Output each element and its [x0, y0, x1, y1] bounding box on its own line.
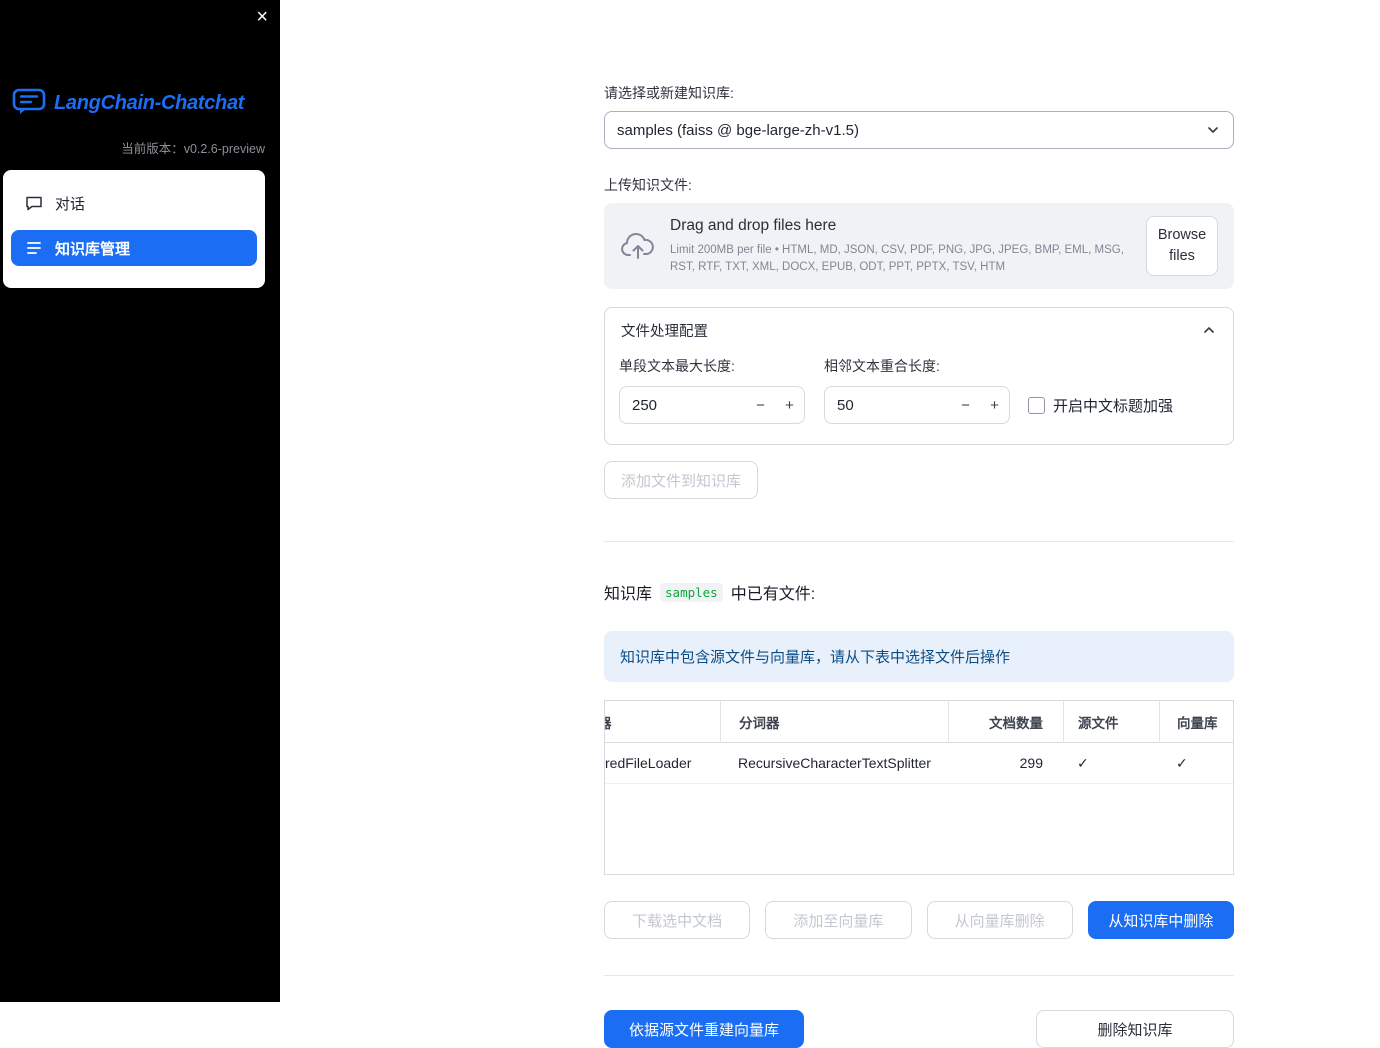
- sidebar-item-label: 知识库管理: [55, 240, 131, 258]
- kb-select[interactable]: samples (faiss @ bge-large-zh-v1.5): [604, 111, 1234, 149]
- existing-files-heading: 知识库 samples 中已有文件:: [604, 580, 1234, 604]
- app-title: LangChain-Chatchat: [54, 91, 245, 114]
- kb-select-label: 请选择或新建知识库:: [604, 85, 734, 101]
- file-config-expander-header[interactable]: 文件处理配置: [605, 308, 1233, 352]
- overlap-size-input[interactable]: 50 − +: [824, 386, 1010, 424]
- logo-chat-icon: [12, 86, 46, 120]
- checkbox-box[interactable]: [1028, 396, 1045, 414]
- overlap-size-label: 相邻文本重合长度:: [824, 358, 940, 374]
- zh-title-enhance-checkbox[interactable]: 开启中文标题加强: [1028, 386, 1173, 424]
- cloud-upload-icon: [621, 232, 654, 259]
- existing-files-suffix: 中已有文件:: [730, 586, 816, 603]
- file-action-buttons: 下载选中文档 添加至向量库 从向量库删除 从知识库中删除: [604, 901, 1234, 939]
- chunk-size-group: 单段文本最大长度: 250 − +: [619, 356, 805, 424]
- delete-kb-button[interactable]: 删除知识库: [1036, 1010, 1234, 1048]
- kb-list-icon: [27, 242, 41, 254]
- sidebar-item-label: 对话: [55, 195, 86, 213]
- chevron-up-icon: [1204, 327, 1214, 333]
- chunk-size-decrement-button[interactable]: −: [746, 397, 775, 414]
- chunk-size-label: 单段文本最大长度:: [619, 358, 735, 374]
- divider: [604, 975, 1234, 976]
- delete-from-vectorstore-button[interactable]: 从向量库删除: [926, 901, 1073, 939]
- cell-source-file-check[interactable]: ✓: [1063, 755, 1159, 772]
- cell-splitter[interactable]: RecursiveCharacterTextSplitter: [720, 755, 948, 771]
- dropzone-text: Drag and drop files here Limit 200MB per…: [670, 217, 1132, 275]
- col-header-loader[interactable]: 器: [605, 712, 720, 732]
- overlap-size-group: 相邻文本重合长度: 50 − +: [824, 356, 1010, 424]
- rebuild-vectorstore-button[interactable]: 依据源文件重建向量库: [604, 1010, 804, 1048]
- chat-bubble-icon: [26, 196, 42, 211]
- version-label: 当前版本：v0.2.6-preview: [121, 142, 265, 156]
- table-header-row: 器 分词器 文档数量 源文件 向量库: [605, 701, 1233, 743]
- sidebar: × LangChain-Chatchat 当前版本：v0.2.6-preview…: [0, 0, 280, 1002]
- existing-files-prefix: 知识库: [604, 586, 653, 603]
- divider: [604, 541, 1234, 542]
- kb-bottom-actions: 依据源文件重建向量库 删除知识库: [604, 1010, 1234, 1048]
- file-config-expander: 文件处理配置 单段文本最大长度: 250 − + 相邻文本重合长度: 50 − …: [604, 307, 1234, 445]
- add-to-vectorstore-button[interactable]: 添加至向量库: [765, 901, 912, 939]
- kb-name-code: samples: [660, 582, 723, 602]
- checkbox-label: 开启中文标题加强: [1053, 397, 1174, 415]
- info-banner: 知识库中包含源文件与向量库，请从下表中选择文件后操作: [604, 631, 1234, 682]
- sidebar-close-icon[interactable]: ×: [256, 6, 268, 28]
- overlap-decrement-button[interactable]: −: [951, 397, 980, 414]
- chunk-size-input[interactable]: 250 − +: [619, 386, 805, 424]
- dropzone-title: Drag and drop files here: [670, 216, 837, 234]
- upload-label: 上传知识文件:: [604, 177, 692, 193]
- kb-files-table: 器 分词器 文档数量 源文件 向量库 redFileLoader Recursi…: [604, 700, 1234, 875]
- cell-doc-count[interactable]: 299: [948, 755, 1063, 771]
- app-logo: LangChain-Chatchat: [12, 86, 244, 120]
- chevron-down-icon: [1208, 127, 1218, 133]
- file-config-title: 文件处理配置: [621, 323, 708, 340]
- col-header-doc-count[interactable]: 文档数量: [948, 701, 1063, 743]
- sidebar-item-kb-management[interactable]: 知识库管理: [11, 230, 257, 266]
- kb-select-value: samples (faiss @ bge-large-zh-v1.5): [617, 121, 859, 139]
- sidebar-item-dialogue[interactable]: 对话: [11, 185, 257, 221]
- delete-from-kb-button[interactable]: 从知识库中删除: [1087, 901, 1234, 939]
- add-files-to-kb-button[interactable]: 添加文件到知识库: [604, 461, 759, 499]
- browse-files-button[interactable]: Browse files: [1146, 215, 1218, 277]
- file-dropzone[interactable]: Drag and drop files here Limit 200MB per…: [604, 203, 1234, 289]
- download-selected-button[interactable]: 下载选中文档: [604, 901, 751, 939]
- kb-management-page: 请选择或新建知识库: samples (faiss @ bge-large-zh…: [604, 0, 1234, 1048]
- file-config-body: 单段文本最大长度: 250 − + 相邻文本重合长度: 50 − + 开启中文标…: [605, 352, 1233, 444]
- table-row[interactable]: redFileLoader RecursiveCharacterTextSpli…: [605, 743, 1233, 784]
- col-header-source-file[interactable]: 源文件: [1063, 701, 1159, 743]
- col-header-splitter[interactable]: 分词器: [720, 701, 948, 743]
- col-header-vector-store[interactable]: 向量库: [1159, 701, 1233, 743]
- cell-loader[interactable]: redFileLoader: [605, 755, 720, 771]
- dropzone-limits: Limit 200MB per file • HTML, MD, JSON, C…: [670, 243, 1124, 273]
- chunk-size-value[interactable]: 250: [620, 397, 746, 414]
- overlap-increment-button[interactable]: +: [980, 397, 1009, 414]
- cell-vector-store-check[interactable]: ✓: [1159, 755, 1233, 772]
- sidebar-menu: 对话 知识库管理: [3, 170, 265, 288]
- chunk-size-increment-button[interactable]: +: [775, 397, 804, 414]
- overlap-size-value[interactable]: 50: [825, 397, 951, 414]
